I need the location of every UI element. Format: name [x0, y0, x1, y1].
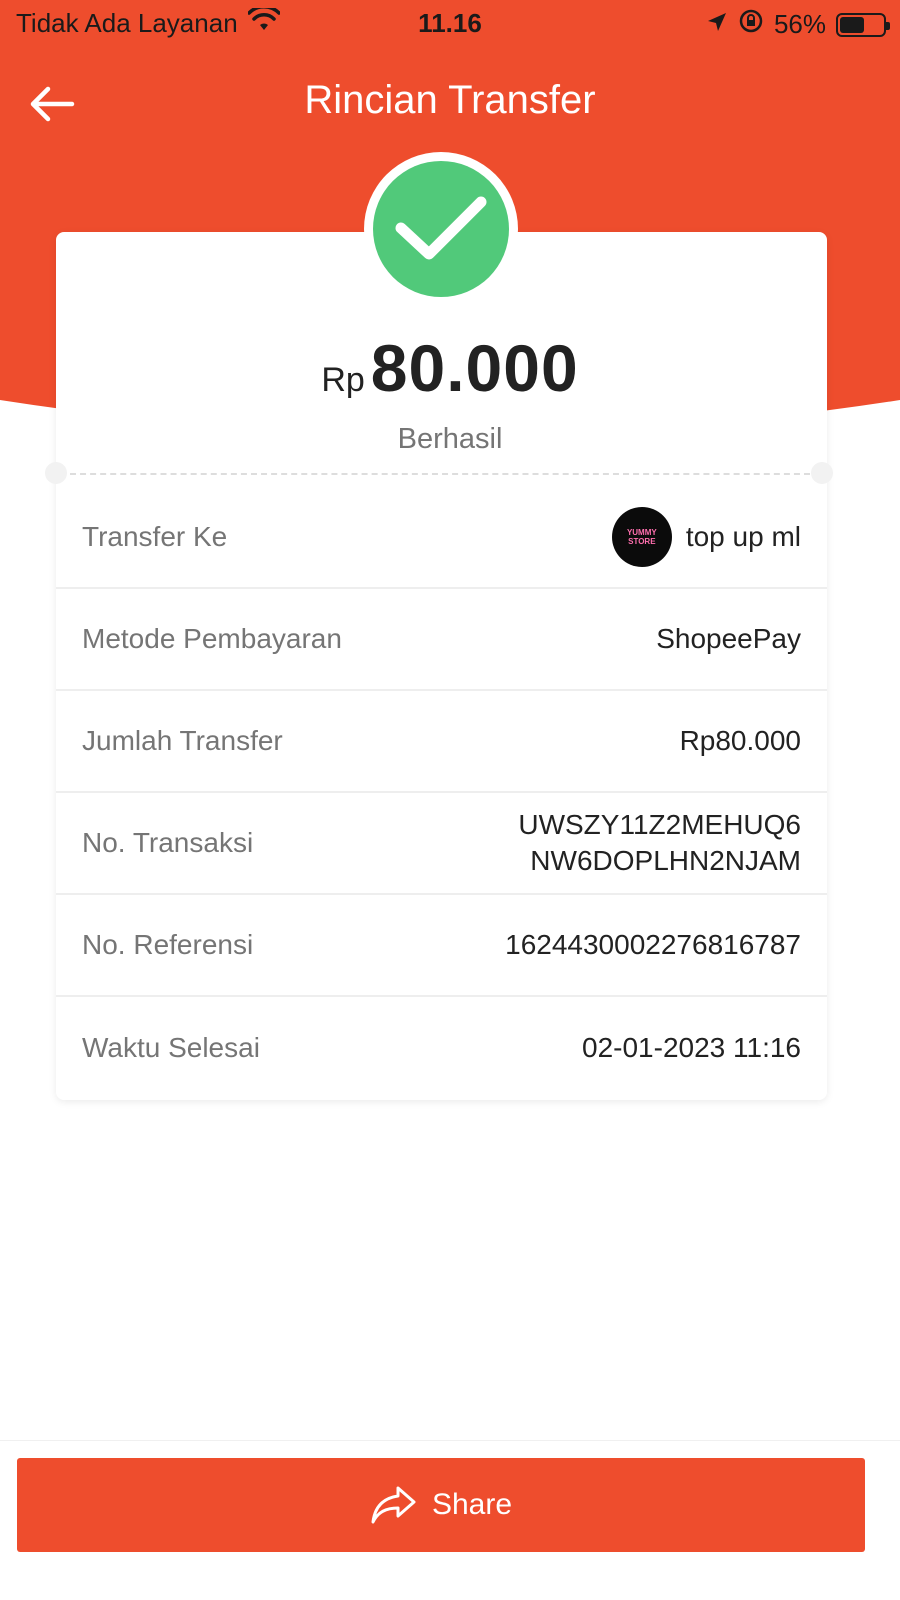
ticket-notch-left — [45, 462, 67, 484]
success-badge — [373, 161, 509, 297]
battery-percent: 56% — [773, 9, 826, 39]
detail-label: Waktu Selesai — [82, 1032, 260, 1063]
ticket-divider — [70, 473, 810, 475]
share-button[interactable]: Share — [17, 1458, 865, 1552]
location-arrow-icon — [706, 9, 728, 40]
transfer-status: Berhasil — [397, 423, 503, 455]
checkmark-icon — [395, 196, 487, 260]
amount-value: 80.000 — [370, 331, 579, 405]
carrier-label: Tidak Ada Layanan — [16, 8, 238, 38]
detail-row-transfer-to: Transfer Ke YUMMY STORE top up ml — [56, 487, 827, 589]
detail-row-transfer-amount: Jumlah Transfer Rp80.000 — [56, 691, 827, 793]
detail-value-multiline: UWSZY11Z2MEHUQ6 NW6DOPLHN2NJAM — [518, 807, 801, 879]
merchant: YUMMY STORE top up ml — [611, 507, 801, 567]
orientation-lock-icon — [738, 8, 764, 41]
share-icon — [371, 1486, 416, 1524]
transfer-detail-screen: Tidak Ada Layanan 11.16 56% Rincian Tran… — [0, 0, 900, 1600]
share-label: Share — [431, 1488, 513, 1521]
detail-value: ShopeePay — [656, 623, 801, 654]
detail-label: No. Referensi — [82, 929, 254, 960]
merchant-name: top up ml — [685, 521, 801, 552]
detail-row-transaction-no: No. Transaksi UWSZY11Z2MEHUQ6 NW6DOPLHN2… — [56, 793, 827, 895]
bottom-action-bar: Share — [0, 1440, 900, 1600]
detail-label: Metode Pembayaran — [82, 623, 342, 654]
transaction-no-line-2: NW6DOPLHN2NJAM — [530, 845, 801, 876]
page-title: Rincian Transfer — [304, 78, 596, 122]
back-button[interactable] — [24, 78, 80, 130]
status-right: 56% — [706, 8, 890, 41]
status-left: Tidak Ada Layanan — [16, 5, 281, 39]
transaction-no-line-1: UWSZY11Z2MEHUQ6 — [518, 809, 801, 840]
detail-row-completed-time: Waktu Selesai 02-01-2023 11:16 — [56, 997, 827, 1099]
avatar-text-2: STORE — [628, 537, 656, 546]
detail-label: Transfer Ke — [82, 521, 228, 552]
battery-icon — [836, 12, 890, 37]
ticket-notch-right — [811, 462, 833, 484]
amount-currency: Rp — [321, 361, 365, 399]
detail-value: Rp80.000 — [679, 725, 801, 756]
detail-row-payment-method: Metode Pembayaran ShopeePay — [56, 589, 827, 691]
detail-label: Jumlah Transfer — [82, 725, 283, 756]
detail-row-reference-no: No. Referensi 1624430002276816787 — [56, 895, 827, 997]
detail-list: Transfer Ke YUMMY STORE top up ml Metode… — [56, 487, 827, 1099]
detail-label: No. Transaksi — [82, 827, 254, 858]
transfer-amount-summary: Rp 80.000 — [0, 330, 900, 406]
avatar-text-1: YUMMY — [626, 528, 657, 537]
wifi-icon — [246, 5, 281, 39]
battery-level — [840, 16, 864, 33]
arrow-left-icon — [30, 86, 75, 122]
top-nav: Rincian Transfer — [0, 60, 900, 150]
detail-value: 1624430002276816787 — [505, 929, 801, 960]
status-bar: Tidak Ada Layanan 11.16 56% — [0, 0, 900, 46]
detail-value: 02-01-2023 11:16 — [582, 1032, 801, 1063]
merchant-avatar: YUMMY STORE — [611, 507, 672, 567]
